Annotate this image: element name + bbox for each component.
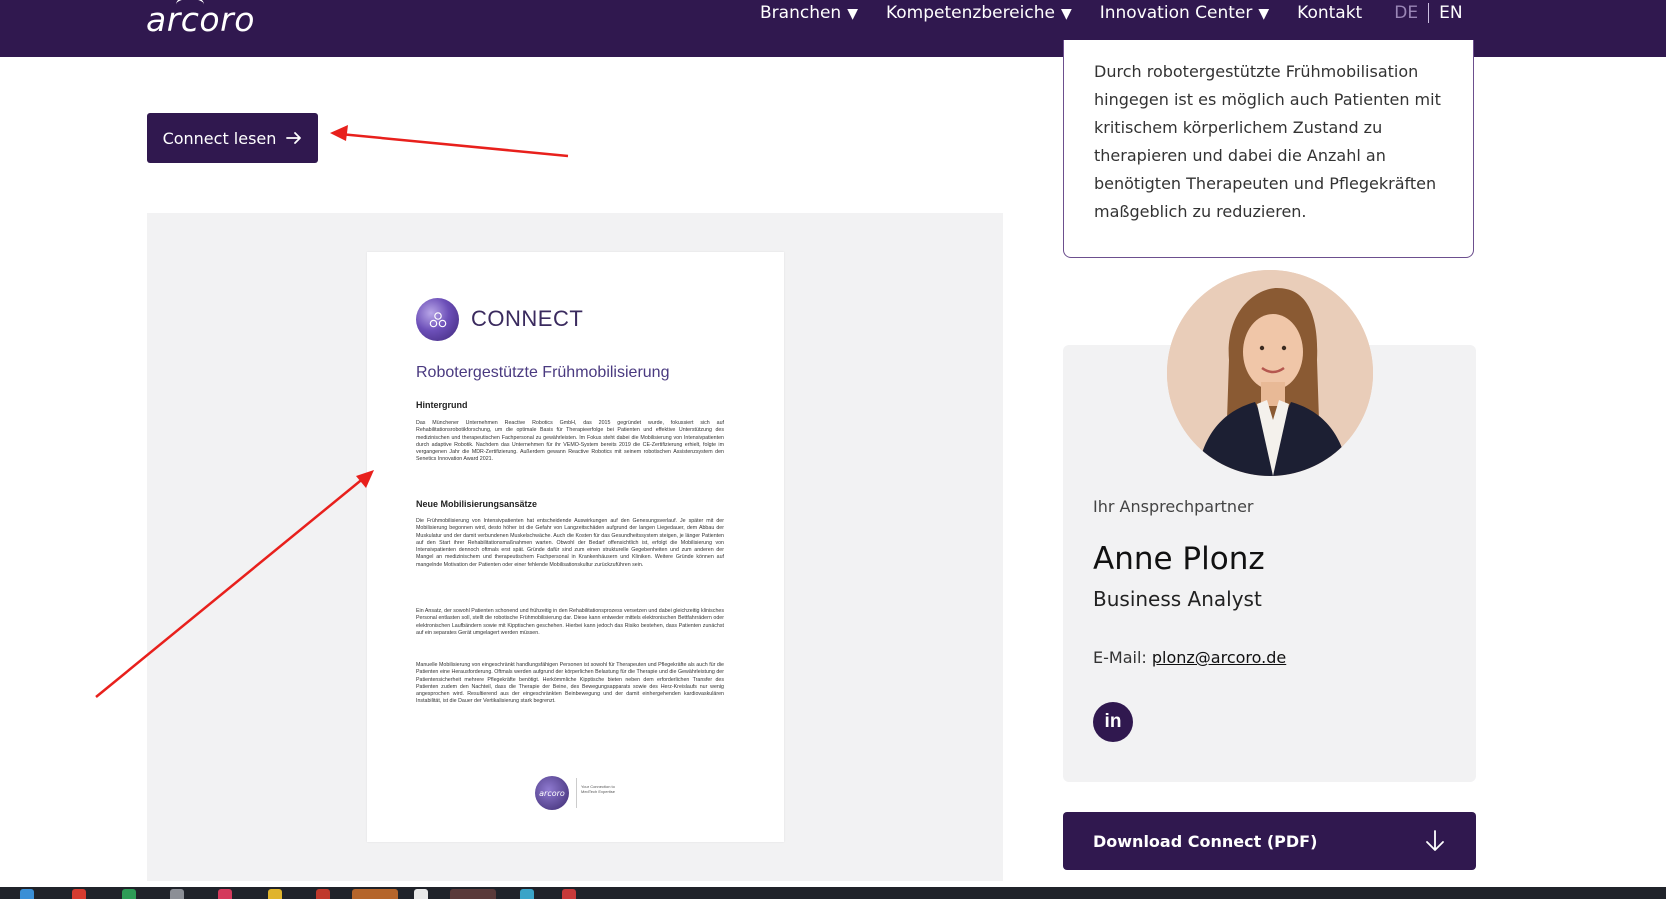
contact-avatar <box>1167 270 1373 476</box>
nav-item-innovation-center[interactable]: Innovation Center ▼ <box>1100 3 1269 23</box>
taskbar-app-icon[interactable] <box>562 889 576 899</box>
lang-de[interactable]: DE <box>1394 3 1430 23</box>
taskbar-app-icon[interactable] <box>20 889 34 899</box>
download-pdf-button[interactable]: Download Connect (PDF) <box>1063 812 1476 870</box>
nav-label: Innovation Center <box>1099 3 1253 23</box>
contact-name: Anne Plonz <box>1093 541 1265 577</box>
taskbar-app-icon[interactable] <box>218 889 232 899</box>
annotation-arrow-button <box>330 125 569 158</box>
info-card: Durch robotergestützte Frühmobilisation … <box>1063 40 1474 258</box>
contact-role: Business Analyst <box>1093 587 1262 611</box>
nav-item-kontakt[interactable]: Kontakt <box>1297 3 1362 23</box>
caret-down-icon: ▼ <box>1060 6 1072 22</box>
nav-item-kompetenzbereiche[interactable]: Kompetenzbereiche ▼ <box>886 3 1072 23</box>
linkedin-icon[interactable]: in <box>1093 702 1133 742</box>
arrow-down-icon <box>1426 830 1444 851</box>
os-taskbar <box>0 887 1666 899</box>
taskbar-app-icon[interactable] <box>414 889 428 899</box>
taskbar-app-icon-active[interactable] <box>352 889 398 899</box>
document-paragraph: Ein Ansatz, der sowohl Patienten schonen… <box>416 608 724 636</box>
nav-item-branchen[interactable]: Branchen ▼ <box>760 3 858 23</box>
lang-en[interactable]: EN <box>1429 3 1462 23</box>
footer-logo: arcoro <box>535 776 569 810</box>
footer-divider <box>576 778 577 808</box>
language-switch: DE EN <box>1394 3 1463 23</box>
footer-tagline: Your Connection to MedTech Expertise <box>581 784 616 794</box>
taskbar-app-icon[interactable] <box>72 889 86 899</box>
nav-label: Kontakt <box>1297 3 1363 23</box>
info-text: Durch robotergestützte Frühmobilisation … <box>1094 62 1441 221</box>
taskbar-app-icon[interactable] <box>316 889 330 899</box>
main-nav: Branchen ▼ Kompetenzbereiche ▼ Innovation … <box>760 3 1463 23</box>
contact-email: E-Mail: plonz@arcoro.de <box>1093 648 1286 667</box>
document-paragraph: Das Münchener Unternehmen Reactive Robot… <box>416 420 724 463</box>
document-paragraph: Die Frühmobilisierung von Intensivpatien… <box>416 518 724 568</box>
caret-down-icon: ▼ <box>1258 6 1270 22</box>
email-link[interactable]: plonz@arcoro.de <box>1152 648 1286 667</box>
taskbar-app-icon[interactable] <box>122 889 136 899</box>
nav-label: Branchen <box>760 3 842 23</box>
document-page[interactable]: CONNECT Robotergestützte Frühmobilisieru… <box>367 252 784 842</box>
connect-read-button[interactable]: Connect lesen <box>147 113 318 163</box>
nav-label: Kompetenzbereiche <box>885 3 1055 23</box>
email-label: E-Mail: <box>1093 648 1152 667</box>
document-heading: Hintergrund <box>416 400 468 410</box>
taskbar-app-icon[interactable] <box>268 889 282 899</box>
caret-down-icon: ▼ <box>847 6 858 22</box>
button-label: Connect lesen <box>162 128 277 148</box>
document-title: Robotergestützte Frühmobilisierung <box>416 364 670 381</box>
arrow-right-icon <box>286 132 302 144</box>
site-logo[interactable]: arcoro <box>146 2 255 38</box>
taskbar-app-icon[interactable] <box>170 889 184 899</box>
connect-logo-icon <box>416 298 459 341</box>
document-heading: Neue Mobilisierungsansätze <box>416 499 538 509</box>
document-paragraph: Manuelle Mobilisierung von eingeschränkt… <box>416 662 724 705</box>
button-label: Download Connect (PDF) <box>1093 831 1318 851</box>
taskbar-app-icon[interactable] <box>520 889 534 899</box>
contact-label: Ihr Ansprechpartner <box>1093 497 1254 516</box>
document-brand: CONNECT <box>471 306 584 331</box>
taskbar-app-icon-active[interactable] <box>450 889 496 899</box>
document-preview: CONNECT Robotergestützte Frühmobilisieru… <box>147 213 1003 881</box>
